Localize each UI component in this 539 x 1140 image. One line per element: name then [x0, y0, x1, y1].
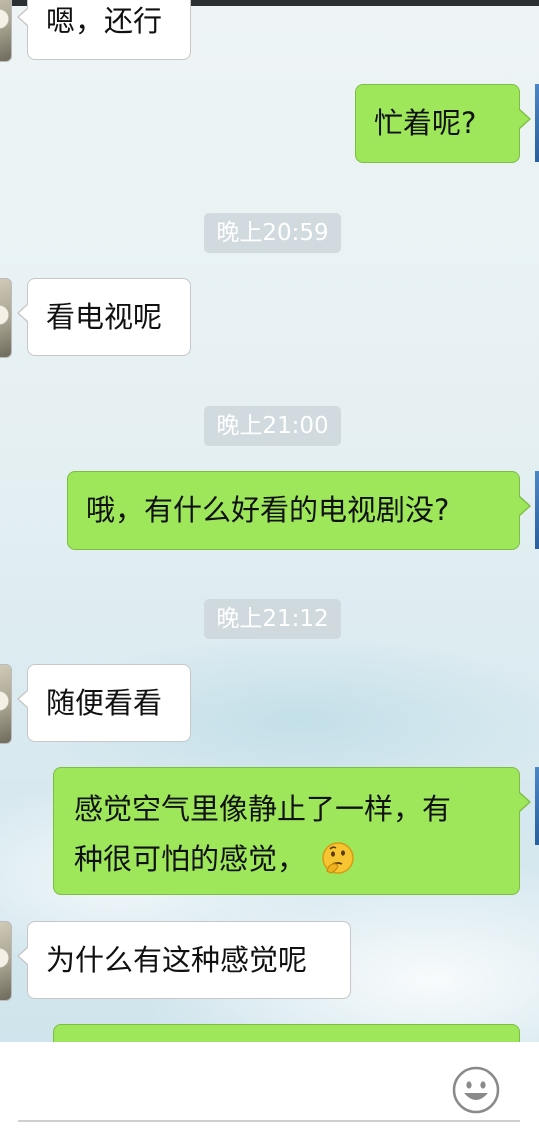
incoming-message-bubble[interactable]: 随便看看: [17, 664, 191, 742]
self-avatar[interactable]: [535, 471, 539, 549]
contact-avatar[interactable]: [0, 0, 12, 62]
smiley-face-icon[interactable]: [452, 1066, 500, 1114]
timestamp: 晚上21:12: [204, 599, 341, 639]
message-text: 随便看看: [46, 686, 163, 720]
self-avatar[interactable]: [535, 84, 539, 162]
message-text: 看电视呢: [46, 300, 163, 334]
message-text-line-2-row: 种很可怕的感觉，: [74, 834, 499, 884]
outgoing-message-bubble[interactable]: 哦，有什么好看的电视剧没?: [67, 471, 531, 550]
message-input[interactable]: [18, 1120, 520, 1122]
incoming-message-bubble[interactable]: 看电视呢: [17, 278, 191, 356]
incoming-message-bubble[interactable]: 为什么有这种感觉呢: [17, 921, 351, 999]
message-text: 为什么有这种感觉呢: [46, 943, 308, 977]
message-text: 哦，有什么好看的电视剧没?: [86, 493, 450, 527]
timestamp: 晚上21:00: [204, 406, 341, 446]
incoming-message-bubble[interactable]: 嗯，还行: [17, 0, 191, 60]
outgoing-message-bubble[interactable]: 忙着呢?: [355, 84, 531, 163]
message-text: 忙着呢?: [374, 106, 477, 140]
chat-area[interactable]: 嗯，还行 忙着呢? 晚上20:59 看电视呢 晚上21:00 哦，有什么好看的电…: [0, 0, 539, 1042]
outgoing-message-bubble-partial[interactable]: [53, 1024, 520, 1042]
thinking-face-emoji: [322, 842, 354, 874]
contact-avatar[interactable]: [0, 278, 12, 358]
message-text-line-1: 感觉空气里像静止了一样，有: [74, 792, 452, 826]
contact-avatar[interactable]: [0, 921, 12, 1001]
outgoing-message-bubble[interactable]: 感觉空气里像静止了一样，有 种很可怕的感觉，: [53, 767, 531, 895]
timestamp: 晚上20:59: [204, 213, 341, 253]
message-text-line-2: 种很可怕的感觉，: [74, 842, 307, 876]
self-avatar[interactable]: [535, 767, 539, 845]
contact-avatar[interactable]: [0, 664, 12, 744]
message-text: 嗯，还行: [46, 4, 163, 38]
